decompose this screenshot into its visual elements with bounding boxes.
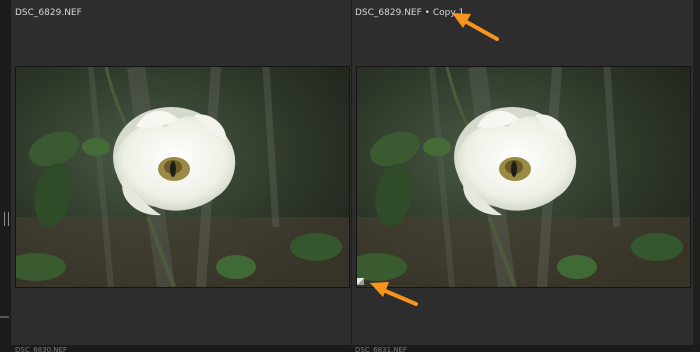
left-panel-rail	[0, 0, 11, 352]
next-row-strip	[0, 345, 700, 352]
thumbnail-image[interactable]	[356, 66, 691, 288]
grid-cell-virtual-copy[interactable]: DSC_6829.NEF • Copy 1	[352, 0, 700, 345]
virtual-copy-icon	[357, 278, 364, 285]
grid-cell-original[interactable]: DSC_6829.NEF	[11, 0, 351, 345]
next-row-filename: DSC_6831.NEF	[355, 346, 407, 352]
thumbnail-image[interactable]	[15, 66, 350, 288]
tile-filename: DSC_6829.NEF	[15, 8, 82, 18]
panel-resize-handle[interactable]	[4, 212, 9, 226]
next-row-filename: DSC_6830.NEF	[15, 346, 67, 352]
rail-marker	[0, 316, 9, 318]
tile-filename: DSC_6829.NEF • Copy 1	[355, 8, 465, 18]
right-panel-rail	[693, 0, 700, 352]
